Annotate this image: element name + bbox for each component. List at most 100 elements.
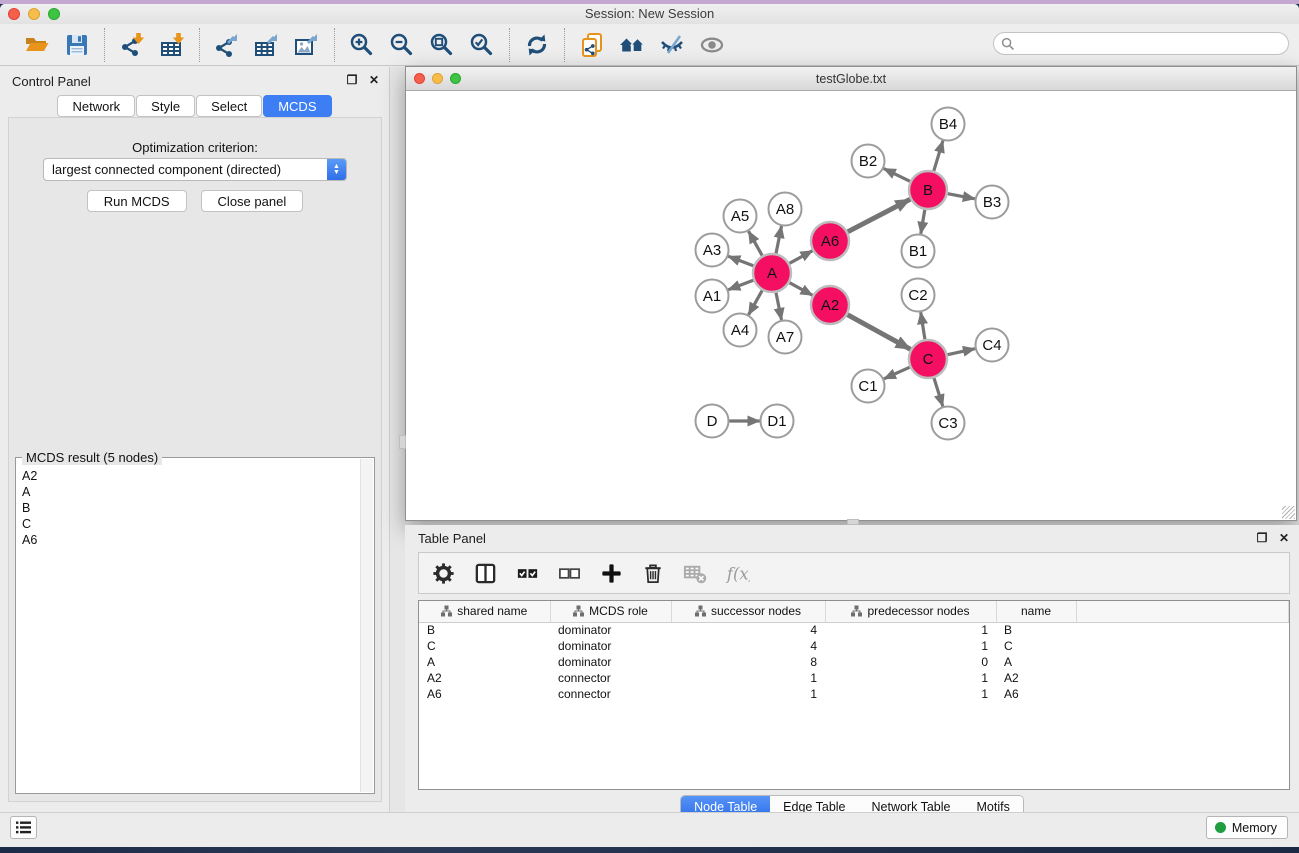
table-row[interactable]: A2connector11A2 [419, 670, 1289, 686]
cell-MCDS-role[interactable]: dominator [550, 654, 671, 670]
welcome-screen-button[interactable] [617, 30, 647, 60]
edge-A-A2[interactable] [790, 283, 813, 296]
table-row[interactable]: Adominator80A [419, 654, 1289, 670]
close-table-panel-icon[interactable]: ✕ [1277, 531, 1291, 545]
import-network-button[interactable] [117, 30, 147, 60]
minimize-window-button[interactable] [28, 8, 40, 20]
column-header-name[interactable]: name [996, 601, 1076, 622]
node-A7[interactable]: A7 [769, 321, 802, 354]
mcds-result-item[interactable]: B [22, 500, 374, 516]
zoom-fit-button[interactable] [427, 30, 457, 60]
network-close-button[interactable] [414, 73, 425, 84]
node-D[interactable]: D [696, 405, 729, 438]
node-A1[interactable]: A1 [696, 280, 729, 313]
add-column-button[interactable] [597, 559, 625, 587]
cell-successor-nodes[interactable]: 4 [671, 622, 825, 638]
tab-select[interactable]: Select [196, 95, 262, 117]
close-window-button[interactable] [8, 8, 20, 20]
node-C[interactable]: C [909, 340, 947, 378]
node-C2[interactable]: C2 [902, 279, 935, 312]
edge-A-A3[interactable] [728, 256, 753, 266]
float-panel-icon[interactable]: ❐ [345, 73, 359, 87]
network-vertical-scrollbar[interactable] [399, 435, 406, 449]
cell-name[interactable]: B [996, 622, 1076, 638]
cell-name[interactable]: A [996, 654, 1076, 670]
column-header-successor-nodes[interactable]: successor nodes [671, 601, 825, 622]
edge-C-C3[interactable] [934, 378, 943, 406]
network-canvas[interactable]: B4 B2 B B3 A8 A5 A6 B1 A3 A C2 A1 A2 A4 … [407, 92, 1295, 514]
table-row[interactable]: Cdominator41C [419, 638, 1289, 654]
cell-successor-nodes[interactable]: 1 [671, 686, 825, 702]
zoom-window-button[interactable] [48, 8, 60, 20]
edge-A-A6[interactable] [790, 251, 813, 264]
node-A3[interactable]: A3 [696, 234, 729, 267]
edge-B-B2[interactable] [884, 169, 910, 182]
network-zoom-button[interactable] [450, 73, 461, 84]
node-C3[interactable]: C3 [932, 407, 965, 440]
cell-MCDS-role[interactable]: connector [550, 686, 671, 702]
float-table-panel-icon[interactable]: ❐ [1255, 531, 1269, 545]
run-mcds-button[interactable]: Run MCDS [87, 190, 187, 212]
cell-successor-nodes[interactable]: 8 [671, 654, 825, 670]
table-row[interactable]: A6connector11A6 [419, 686, 1289, 702]
save-session-button[interactable] [62, 30, 92, 60]
edge-B-B4[interactable] [934, 141, 943, 171]
network-window-titlebar[interactable]: testGlobe.txt [406, 67, 1296, 91]
show-columns-button[interactable] [471, 559, 499, 587]
node-A8[interactable]: A8 [769, 193, 802, 226]
node-A5[interactable]: A5 [724, 200, 757, 233]
select-all-columns-button[interactable] [513, 559, 541, 587]
show-graphics-details-button[interactable] [697, 30, 727, 60]
edge-A-A5[interactable] [749, 231, 763, 255]
edge-A-A8[interactable] [776, 226, 782, 253]
node-C4[interactable]: C4 [976, 329, 1009, 362]
cell-name[interactable]: C [996, 638, 1076, 654]
memory-button[interactable]: Memory [1206, 816, 1288, 839]
cell-predecessor-nodes[interactable]: 1 [825, 638, 996, 654]
edge-B-B3[interactable] [948, 194, 975, 199]
cell-shared-name[interactable]: B [419, 622, 550, 638]
cell-successor-nodes[interactable]: 4 [671, 638, 825, 654]
node-B1[interactable]: B1 [902, 235, 935, 268]
export-image-button[interactable] [292, 30, 322, 60]
zoom-selected-button[interactable] [467, 30, 497, 60]
search-field[interactable] [993, 32, 1289, 55]
zoom-in-button[interactable] [347, 30, 377, 60]
cell-name[interactable]: A6 [996, 686, 1076, 702]
cell-predecessor-nodes[interactable]: 1 [825, 686, 996, 702]
column-header-MCDS-role[interactable]: MCDS role [550, 601, 671, 622]
cell-MCDS-role[interactable]: dominator [550, 622, 671, 638]
mcds-result-item[interactable]: A [22, 484, 374, 500]
search-input[interactable] [1015, 37, 1265, 51]
tab-mcds[interactable]: MCDS [263, 95, 331, 117]
table-settings-button[interactable] [429, 559, 457, 587]
edge-B-B1[interactable] [921, 210, 925, 234]
network-minimize-button[interactable] [432, 73, 443, 84]
edge-C-C1[interactable] [884, 367, 910, 379]
cell-shared-name[interactable]: A2 [419, 670, 550, 686]
cell-shared-name[interactable]: C [419, 638, 550, 654]
node-A4[interactable]: A4 [724, 314, 757, 347]
column-header-shared-name[interactable]: shared name [419, 601, 550, 622]
cell-predecessor-nodes[interactable]: 0 [825, 654, 996, 670]
cell-shared-name[interactable]: A6 [419, 686, 550, 702]
node-B3[interactable]: B3 [976, 186, 1009, 219]
zoom-out-button[interactable] [387, 30, 417, 60]
cell-successor-nodes[interactable]: 1 [671, 670, 825, 686]
cell-shared-name[interactable]: A [419, 654, 550, 670]
node-B4[interactable]: B4 [932, 108, 965, 141]
optimization-criterion-select[interactable]: largest connected component (directed) ▲… [43, 158, 347, 181]
node-B2[interactable]: B2 [852, 145, 885, 178]
unselect-all-columns-button[interactable] [555, 559, 583, 587]
edge-A-A7[interactable] [776, 293, 782, 320]
cell-MCDS-role[interactable]: connector [550, 670, 671, 686]
tab-network[interactable]: Network [57, 95, 135, 117]
resize-grip[interactable] [1282, 506, 1295, 519]
clone-network-button[interactable] [577, 30, 607, 60]
cell-predecessor-nodes[interactable]: 1 [825, 670, 996, 686]
delete-columns-button[interactable] [639, 559, 667, 587]
mcds-result-item[interactable]: A6 [22, 532, 374, 548]
edge-A-A4[interactable] [749, 290, 763, 314]
task-history-button[interactable] [10, 816, 37, 839]
node-A[interactable]: A [753, 254, 791, 292]
